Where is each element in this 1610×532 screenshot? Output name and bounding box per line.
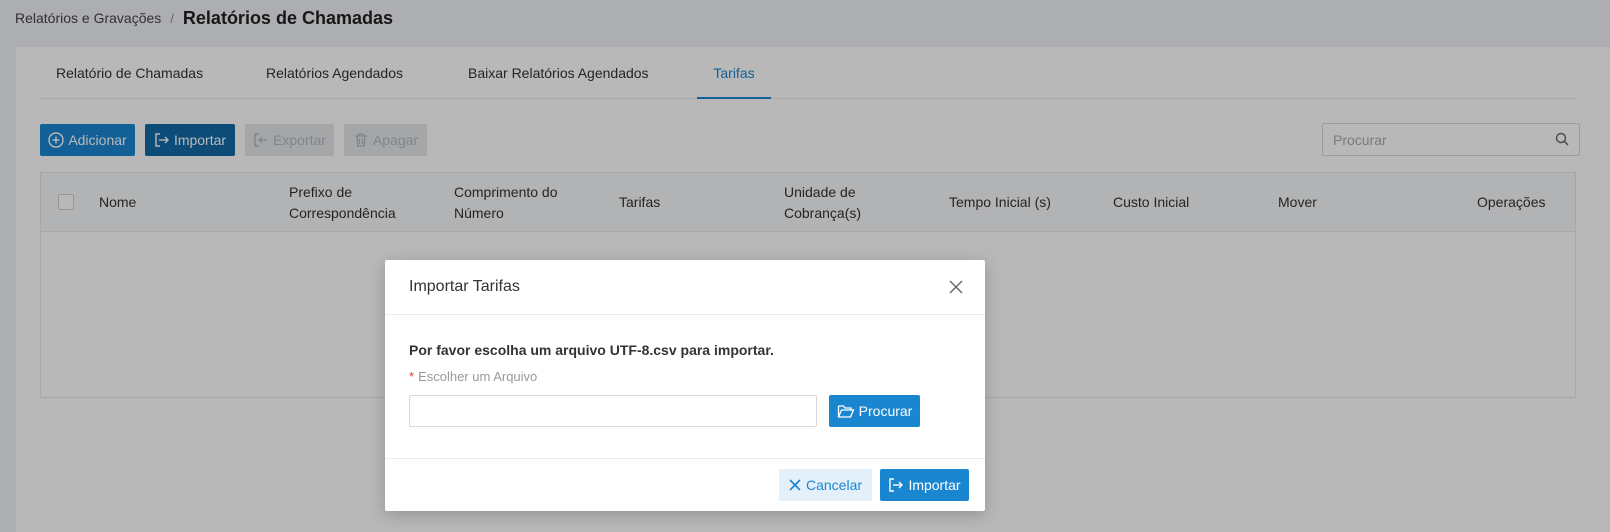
close-icon[interactable] <box>947 278 965 296</box>
folder-open-icon <box>837 405 855 418</box>
file-field-label: * Escolher um Arquivo <box>409 369 537 384</box>
import-icon <box>889 478 904 492</box>
browse-button-label: Procurar <box>858 403 913 419</box>
file-field-label-text: Escolher um Arquivo <box>418 369 538 384</box>
dialog-instruction: Por favor escolha um arquivo UTF-8.csv p… <box>409 342 774 358</box>
close-icon <box>789 479 801 491</box>
dialog-title: Importar Tarifas <box>409 278 520 295</box>
confirm-import-button-label: Importar <box>908 477 961 493</box>
cancel-button[interactable]: Cancelar <box>779 469 872 501</box>
import-rates-dialog: Importar Tarifas Por favor escolha um ar… <box>385 260 985 511</box>
file-path-input[interactable] <box>409 395 817 427</box>
cancel-button-label: Cancelar <box>805 477 863 493</box>
dialog-footer: Cancelar Importar <box>385 458 985 511</box>
dialog-header: Importar Tarifas <box>385 260 985 315</box>
confirm-import-button[interactable]: Importar <box>880 469 969 501</box>
browse-button[interactable]: Procurar <box>829 395 920 427</box>
required-marker: * <box>409 369 415 384</box>
